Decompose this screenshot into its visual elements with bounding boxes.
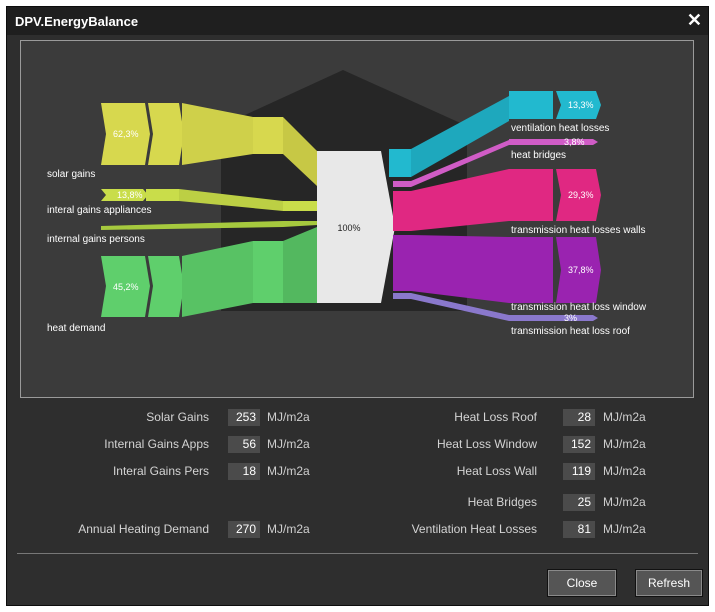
- heat-bridges-label: heat bridges: [511, 150, 566, 161]
- title-bar: DPV.EnergyBalance ✕: [7, 7, 708, 35]
- window-title: DPV.EnergyBalance: [15, 14, 139, 29]
- annual-heating-demand-stat-label: Annual Heating Demand: [78, 522, 209, 536]
- refresh-button[interactable]: Refresh: [635, 569, 703, 597]
- heat-demand-arrow-2: [148, 256, 184, 317]
- energy-sankey-panel: 62,3% solar gains 13,8% interal gains ap…: [20, 40, 694, 398]
- appliances-band-1: [146, 189, 179, 201]
- solar-gains-arrow-2: [148, 103, 184, 165]
- heat-demand-label: heat demand: [47, 323, 105, 334]
- heat-loss-roof-stat-unit: MJ/m2a: [603, 410, 646, 424]
- internal-gains-apps-stat-unit: MJ/m2a: [267, 437, 310, 451]
- ventilation-label: ventilation heat losses: [511, 123, 609, 134]
- persons-label: internal gains persons: [47, 234, 145, 245]
- appliances-pct: 13,8%: [117, 190, 143, 200]
- ventilation-heat-losses-stat-value: 81: [563, 521, 595, 538]
- internal-gains-pers-stat-label: Interal Gains Pers: [112, 464, 209, 478]
- heat-demand-pct: 45,2%: [113, 282, 139, 292]
- solar-gains-stat-unit: MJ/m2a: [267, 410, 310, 424]
- solar-gains-label: solar gains: [47, 169, 95, 180]
- heat-loss-roof-stat-value: 28: [563, 409, 595, 426]
- ventilation-heat-losses-stat-label: Ventilation Heat Losses: [411, 522, 537, 536]
- total-energy-pct: 100%: [337, 223, 360, 233]
- button-separator: [17, 553, 698, 554]
- window-block: [509, 237, 553, 303]
- appliances-merge: [283, 201, 317, 211]
- heat-loss-roof-stat-label: Heat Loss Roof: [454, 410, 537, 424]
- central-node: 100%: [317, 151, 395, 303]
- internal-gains-apps-stat-value: 56: [228, 436, 260, 453]
- heat-loss-wall-stat-unit: MJ/m2a: [603, 464, 646, 478]
- internal-gains-pers-stat-unit: MJ/m2a: [267, 464, 310, 478]
- heat-loss-wall-stat-label: Heat Loss Wall: [456, 464, 537, 478]
- ventilation-block: [509, 91, 553, 119]
- roof-arrow: [509, 315, 598, 321]
- solar-gains-block: [253, 117, 283, 154]
- solar-gains-stat-value: 253: [228, 409, 260, 426]
- heat-bridges-stat-value: 25: [563, 494, 595, 511]
- annual-heating-demand-stat-unit: MJ/m2a: [267, 522, 310, 536]
- appliances-label: interal gains appliances: [47, 205, 152, 216]
- heat-loss-window-stat-label: Heat Loss Window: [436, 437, 537, 451]
- ventilation-heat-losses-stat-unit: MJ/m2a: [603, 522, 646, 536]
- heat-bridges-arrow: [509, 139, 598, 145]
- internal-gains-pers-stat-value: 18: [228, 463, 260, 480]
- heat-loss-wall-stat-value: 119: [563, 463, 595, 480]
- window-pct: 37,8%: [568, 265, 594, 275]
- ventilation-stub: [389, 149, 411, 177]
- roof-pct: 3%: [564, 313, 577, 323]
- heat-bridges-stat-label: Heat Bridges: [467, 495, 537, 509]
- walls-pct: 29,3%: [568, 190, 594, 200]
- close-button[interactable]: Close: [547, 569, 617, 597]
- heat-loss-window-stat-value: 152: [563, 436, 595, 453]
- sankey-diagram: 62,3% solar gains 13,8% interal gains ap…: [47, 70, 647, 337]
- heat-loss-window-stat-unit: MJ/m2a: [603, 437, 646, 451]
- walls-label: transmission heat losses walls: [511, 225, 646, 236]
- walls-block: [509, 169, 553, 221]
- heat-bridges-pct: 3,8%: [564, 137, 585, 147]
- annual-heating-demand-stat-value: 270: [228, 521, 260, 538]
- roof-label: transmission heat loss roof: [511, 326, 630, 337]
- solar-gains-pct: 62,3%: [113, 129, 139, 139]
- ventilation-pct: 13,3%: [568, 100, 594, 110]
- window-label: transmission heat loss window: [511, 302, 647, 313]
- stats-panel: Solar Gains 253 MJ/m2a Internal Gains Ap…: [7, 399, 708, 549]
- internal-gains-apps-stat-label: Internal Gains Apps: [104, 437, 209, 451]
- energy-balance-window: DPV.EnergyBalance ✕ 62,3% solar gains 13…: [6, 6, 709, 606]
- heat-bridges-stat-unit: MJ/m2a: [603, 495, 646, 509]
- solar-gains-stat-label: Solar Gains: [146, 410, 209, 424]
- window-close-icon[interactable]: ✕: [687, 10, 702, 30]
- heat-demand-block: [253, 241, 283, 303]
